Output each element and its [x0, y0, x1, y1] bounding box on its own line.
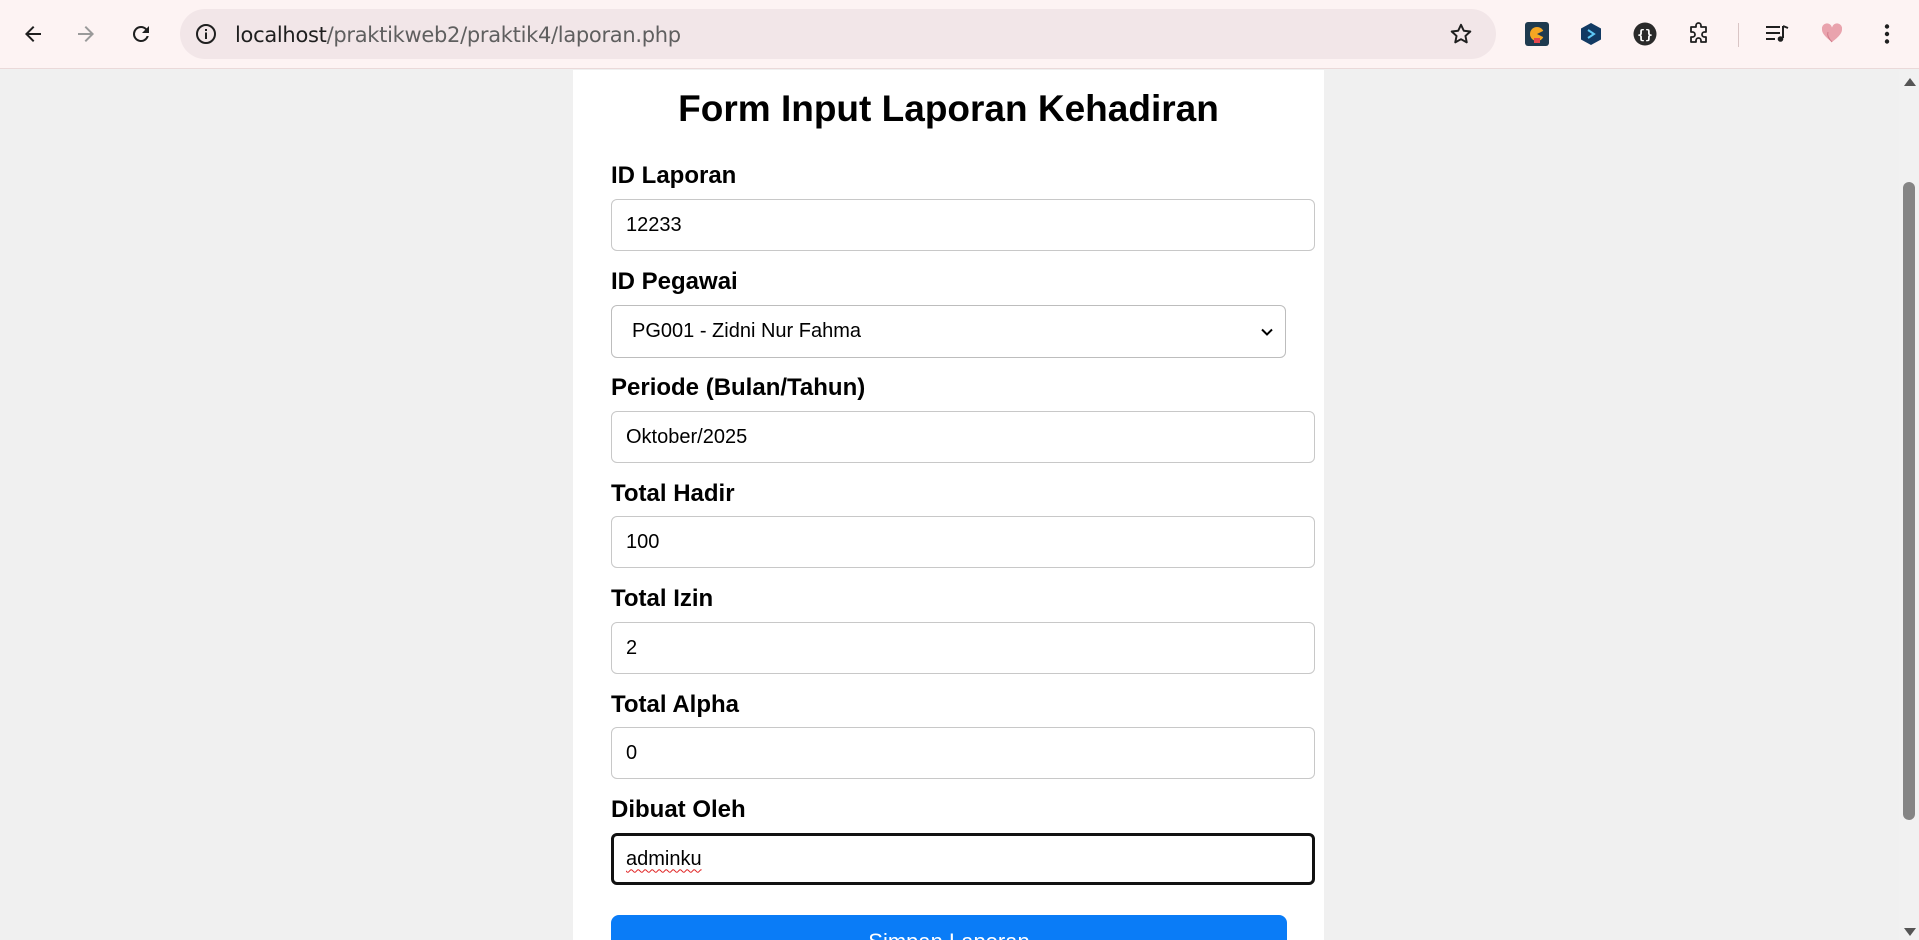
scroll-down-arrow-icon[interactable]: [1904, 928, 1916, 936]
periode-input[interactable]: Oktober/2025: [611, 411, 1315, 463]
periode-label: Periode (Bulan/Tahun): [611, 374, 866, 401]
total-alpha-input[interactable]: 0: [611, 727, 1315, 779]
url-path: /praktikweb2/praktik4/laporan.php: [326, 23, 682, 47]
form-card: Form Input Laporan Kehadiran ID Laporan …: [573, 70, 1324, 940]
id-pegawai-selected: PG001 - Zidni Nur Fahma: [632, 320, 861, 342]
dibuat-oleh-label: Dibuat Oleh: [611, 796, 746, 823]
reload-icon: [132, 25, 149, 42]
star-icon[interactable]: [1448, 21, 1474, 47]
puzzle-icon: [1690, 22, 1707, 43]
profile-button[interactable]: [1817, 19, 1847, 49]
back-button[interactable]: [13, 14, 53, 54]
scroll-up-arrow-icon[interactable]: [1904, 78, 1916, 86]
heart-icon: [1821, 23, 1843, 43]
form-title: Form Input Laporan Kehadiran: [678, 88, 1219, 129]
total-hadir-label: Total Hadir: [611, 480, 735, 507]
total-alpha-value: 0: [626, 741, 638, 764]
chevron-down-icon: [1261, 328, 1273, 336]
total-izin-label: Total Izin: [611, 585, 714, 612]
periode-value: Oktober/2025: [626, 425, 748, 448]
scrollbar-thumb[interactable]: [1903, 182, 1915, 820]
forward-button[interactable]: [66, 14, 106, 54]
media-control-button[interactable]: [1762, 19, 1792, 49]
id-pegawai-label: ID Pegawai: [611, 268, 738, 295]
pacman-extension-icon: [1525, 22, 1549, 46]
info-icon[interactable]: [194, 22, 218, 46]
dibuat-oleh-value: adminku: [626, 847, 702, 870]
total-izin-value: 2: [626, 636, 638, 659]
url-text[interactable]: localhost/praktikweb2/praktik4/laporan.p…: [235, 23, 681, 47]
total-izin-input[interactable]: 2: [611, 622, 1315, 674]
hex-extension-button[interactable]: [1576, 19, 1606, 49]
media-control-icon: [1766, 25, 1789, 42]
svg-text:{}: {}: [1637, 28, 1653, 43]
id-laporan-value: 12233: [626, 213, 682, 236]
url-host: localhost: [235, 23, 327, 47]
json-extension-icon: {}: [1633, 22, 1657, 46]
id-pegawai-select[interactable]: PG001 - Zidni Nur Fahma: [611, 305, 1286, 358]
simpan-laporan-label: Simpan Laporan: [868, 929, 1029, 940]
total-hadir-value: 100: [626, 530, 660, 553]
browser-toolbar: localhost/praktikweb2/praktik4/laporan.p…: [0, 0, 1919, 69]
total-alpha-label: Total Alpha: [611, 691, 739, 718]
chrome-menu-button[interactable]: [1872, 19, 1902, 49]
extensions-button[interactable]: [1685, 19, 1715, 49]
json-extension-button[interactable]: {}: [1630, 19, 1660, 49]
simpan-laporan-button[interactable]: Simpan Laporan: [611, 915, 1287, 940]
arrow-right-icon: [78, 26, 94, 42]
toolbar-divider: [1738, 23, 1739, 47]
pacman-extension-button[interactable]: [1522, 19, 1552, 49]
page-viewport: Form Input Laporan Kehadiran ID Laporan …: [0, 70, 1899, 940]
address-bar[interactable]: localhost/praktikweb2/praktik4/laporan.p…: [180, 9, 1496, 59]
id-laporan-input[interactable]: 12233: [611, 199, 1315, 251]
dibuat-oleh-input[interactable]: adminku: [611, 833, 1315, 885]
arrow-left-icon: [25, 26, 41, 42]
total-hadir-input[interactable]: 100: [611, 516, 1315, 568]
reload-button[interactable]: [121, 14, 161, 54]
hex-extension-icon: [1581, 23, 1601, 45]
id-laporan-label: ID Laporan: [611, 162, 737, 189]
kebab-menu-icon: [1884, 24, 1890, 44]
vertical-scrollbar[interactable]: [1899, 70, 1919, 940]
